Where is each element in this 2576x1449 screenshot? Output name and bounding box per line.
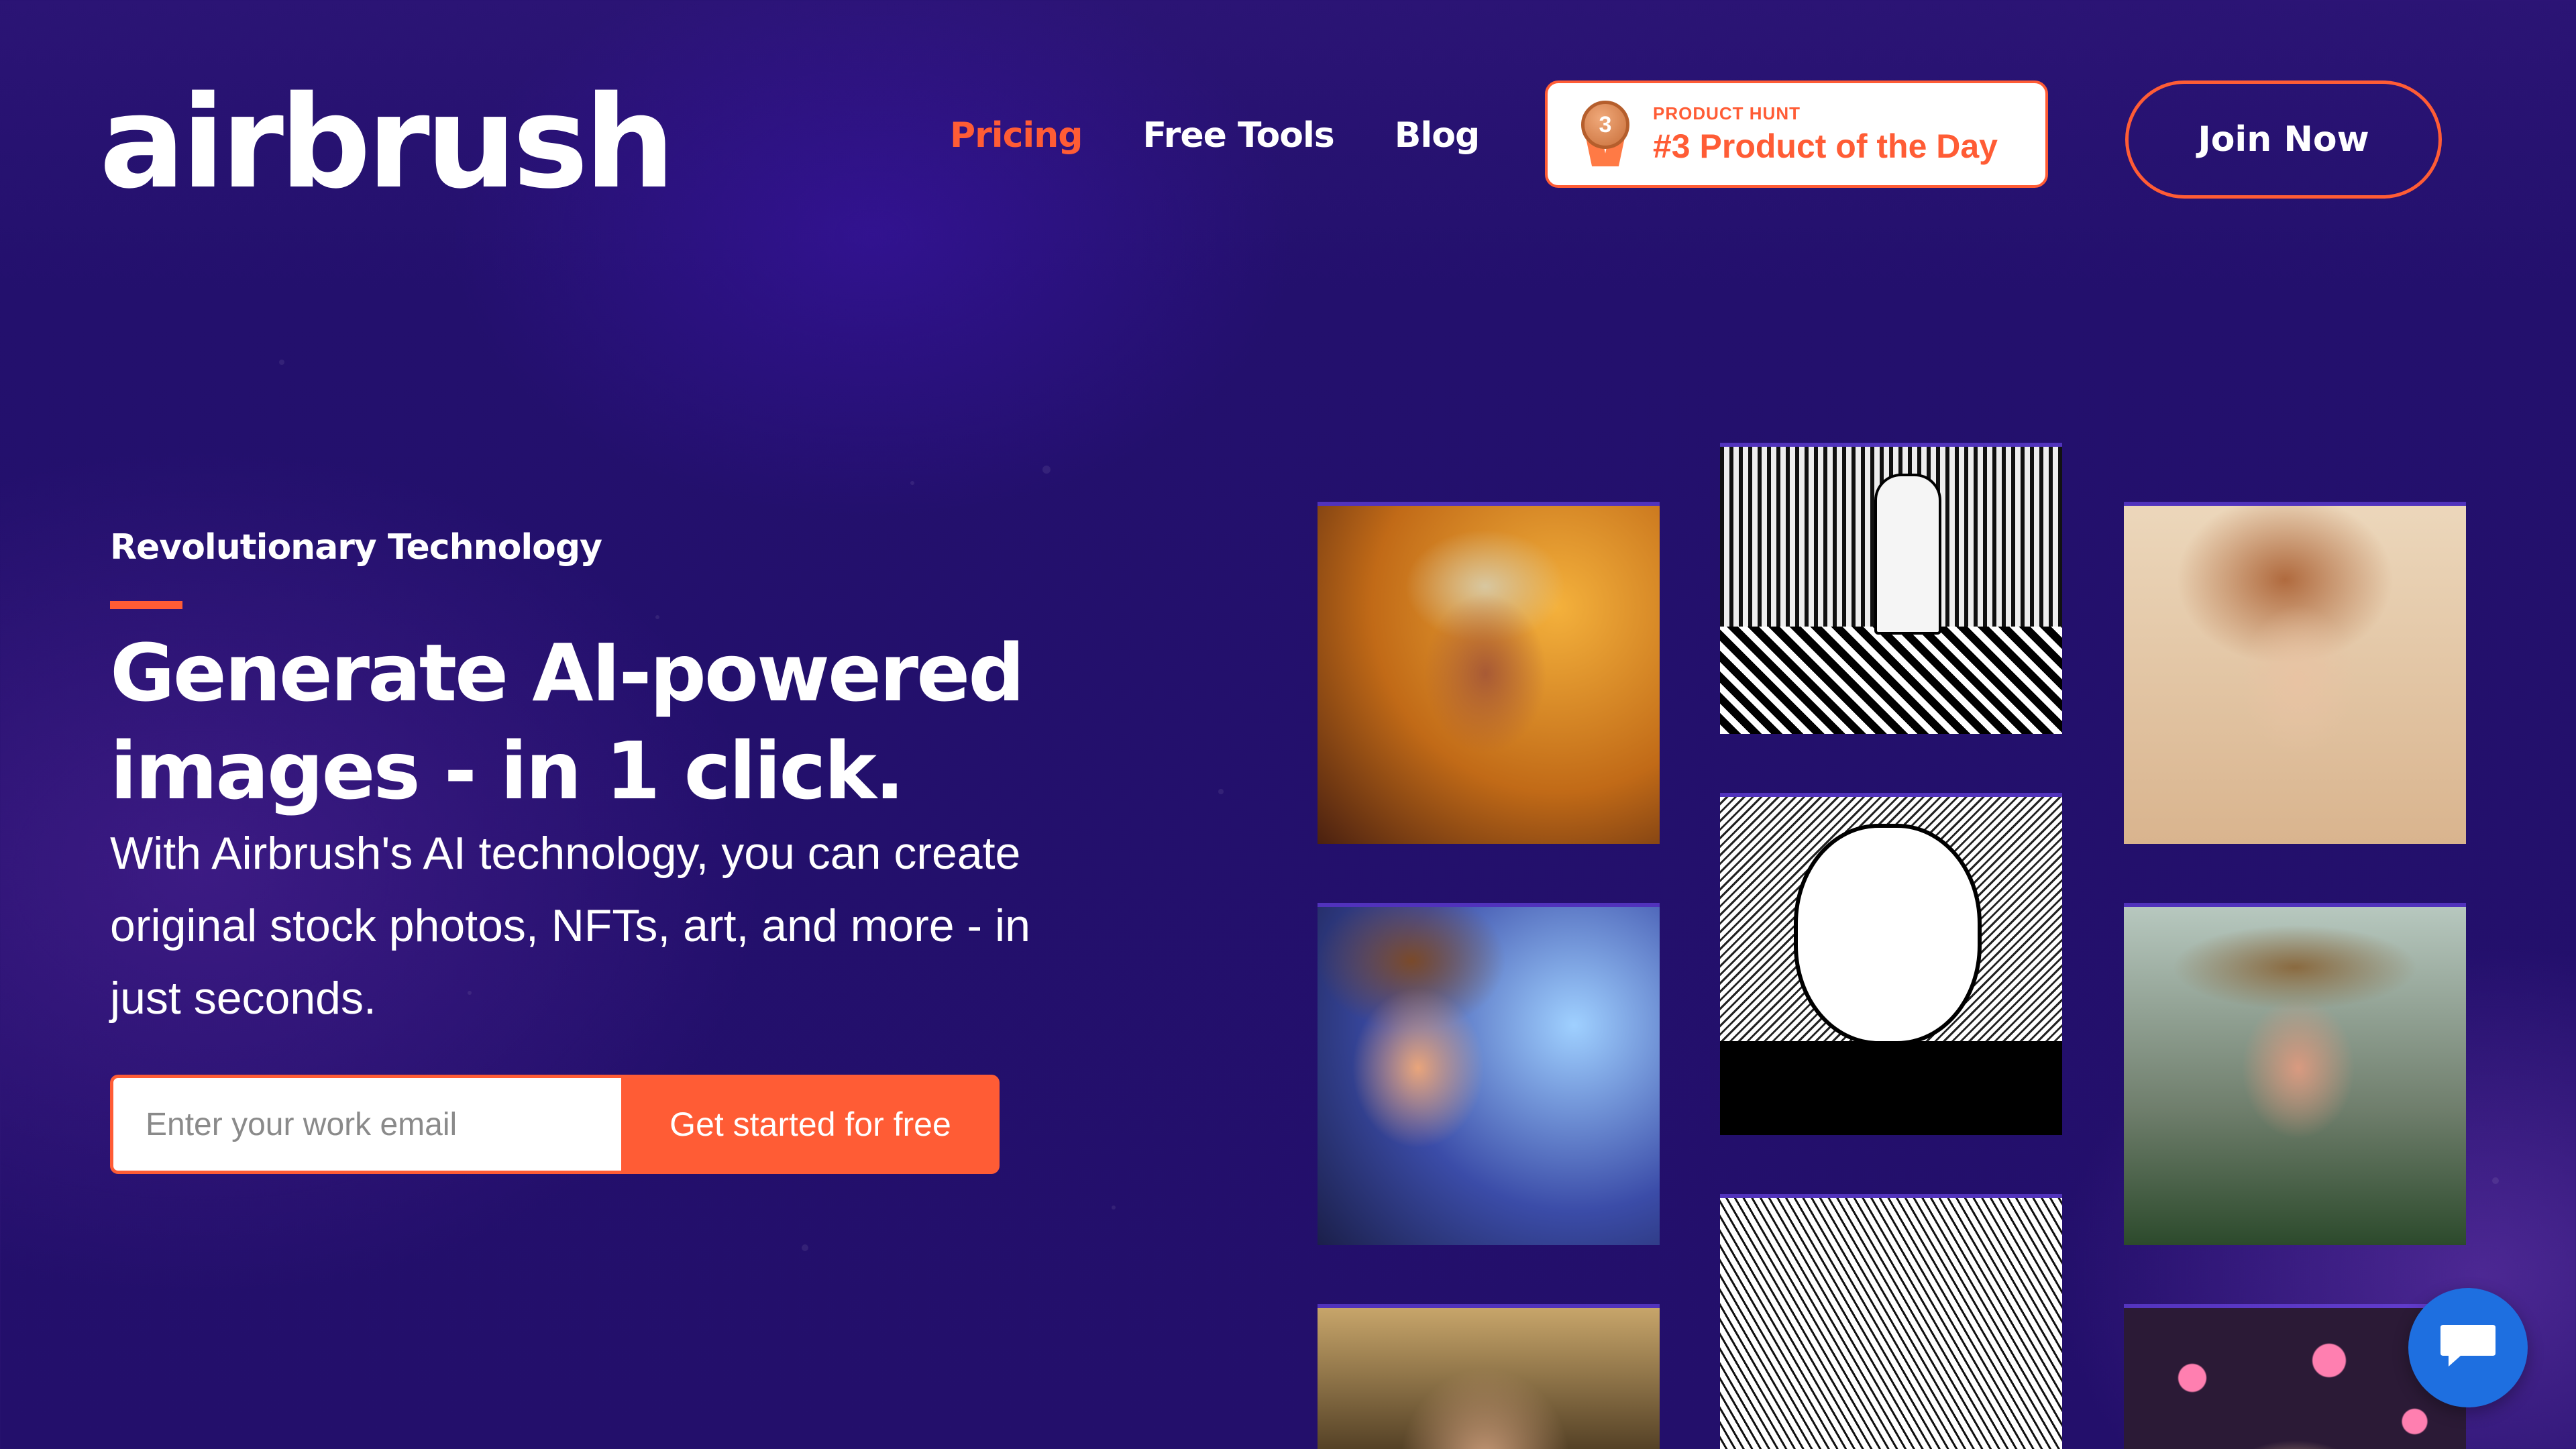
gallery-image-woman-hat[interactable] — [2124, 907, 2466, 1245]
gallery-image-bottom-sketch[interactable] — [1720, 1198, 2062, 1449]
main-nav: Pricing Free Tools Blog — [950, 115, 1480, 156]
gallery-image-cartoon-girl[interactable] — [1318, 907, 1660, 1245]
hero-eyebrow: Revolutionary Technology — [110, 527, 602, 568]
hero-headline: Generate AI-powered images - in 1 click. — [110, 627, 1025, 817]
badge-eyebrow: PRODUCT HUNT — [1653, 103, 1801, 123]
get-started-button[interactable]: Get started for free — [621, 1075, 1000, 1174]
nav-blog[interactable]: Blog — [1395, 115, 1480, 156]
email-input[interactable] — [110, 1075, 621, 1174]
join-now-button[interactable]: Join Now — [2125, 80, 2442, 199]
gallery-image-bottom-left[interactable] — [1318, 1308, 1660, 1449]
signup-form: Get started for free — [110, 1075, 1000, 1174]
product-hunt-badge[interactable]: 3 PRODUCT HUNT #3 Product of the Day — [1545, 80, 2048, 188]
chat-widget-button[interactable] — [2408, 1288, 2528, 1407]
badge-title: #3 Product of the Day — [1653, 127, 1998, 165]
eyebrow-underline — [110, 601, 182, 609]
medal-icon: 3 — [1578, 101, 1633, 168]
airbrush-logo[interactable]: airbrush — [99, 79, 675, 207]
gallery-image-warrior[interactable] — [1318, 506, 1660, 844]
hero-subcopy: With Airbrush's AI technology, you can c… — [110, 828, 1030, 1024]
gallery-image-portrait-woman[interactable] — [2124, 506, 2466, 844]
gallery-image-ink-man[interactable] — [1720, 797, 2062, 1135]
nav-free-tools[interactable]: Free Tools — [1142, 115, 1334, 156]
medal-number: 3 — [1581, 101, 1629, 149]
chat-bubble-icon — [2440, 1325, 2496, 1366]
nav-pricing[interactable]: Pricing — [950, 115, 1083, 156]
gallery-image-sketch-room[interactable] — [1720, 447, 2062, 734]
